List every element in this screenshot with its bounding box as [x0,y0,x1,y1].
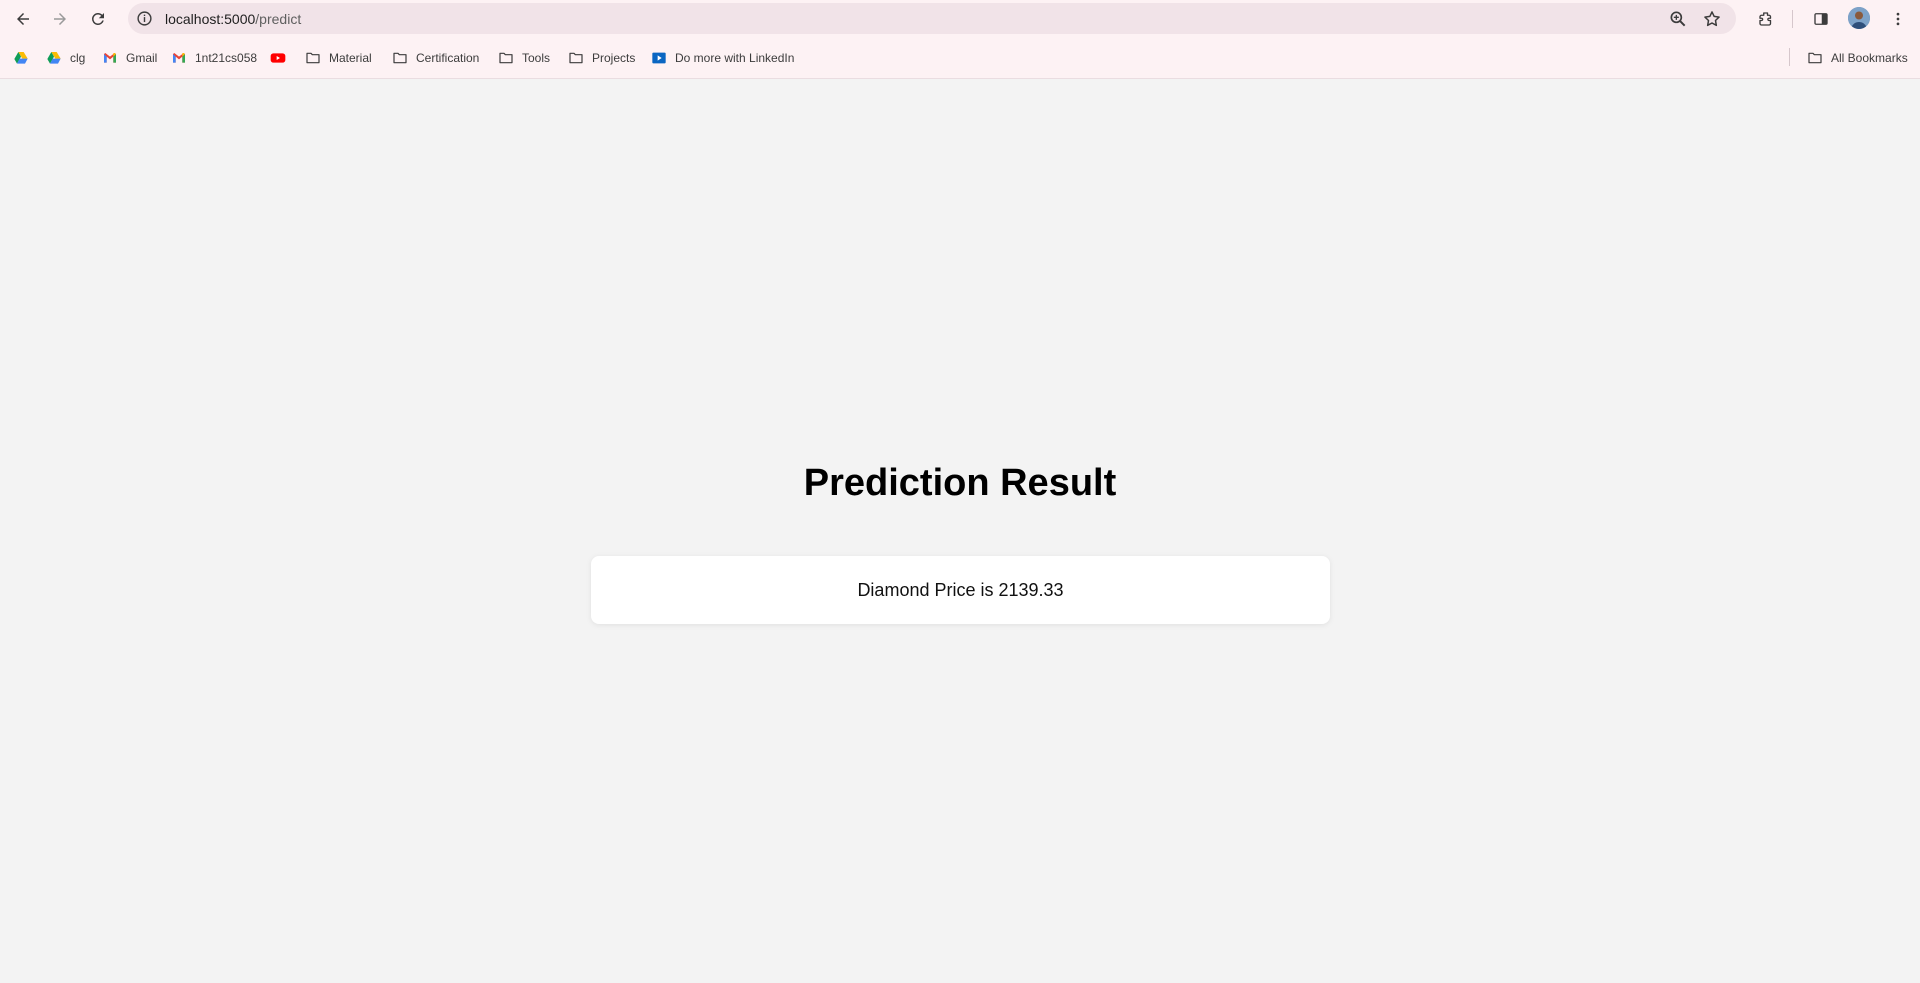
folder-icon [499,52,513,64]
site-info-icon[interactable] [136,10,153,27]
folder-icon [393,52,407,64]
zoom-icon[interactable] [1668,9,1688,29]
google-drive-icon [47,52,61,64]
google-drive-icon [14,52,28,64]
extensions-button[interactable] [1751,4,1781,34]
all-bookmarks-label: All Bookmarks [1831,51,1908,65]
bookmark-label: Gmail [126,51,158,65]
address-url[interactable]: localhost:5000/predict [165,11,301,27]
bookmark-drive[interactable] [13,47,37,69]
url-path: /predict [255,11,302,27]
bookmark-folder-tools[interactable]: Tools [498,47,550,69]
bookmark-1nt21cs058[interactable]: 1nt21cs058 [171,47,257,69]
page-title: Prediction Result [803,462,1117,504]
side-panel-icon [1814,13,1828,25]
forward-button[interactable] [45,4,75,34]
bookmark-folder-certification[interactable]: Certification [392,47,479,69]
bookmarks-bar: clg Gmail 1nt21cs058 Material Certificat… [0,37,1920,79]
profile-avatar[interactable] [1848,7,1870,29]
all-bookmarks-button[interactable]: All Bookmarks [1807,47,1908,69]
puzzle-icon [1759,12,1772,26]
bookmark-youtube[interactable] [270,47,294,69]
side-panel-button[interactable] [1806,4,1836,34]
forward-arrow-icon [54,13,66,25]
browser-toolbar: localhost:5000/predict [0,0,1920,37]
url-host: localhost:5000 [165,11,256,27]
person-icon [1848,7,1870,29]
linkedin-learning-icon [652,52,666,64]
result-card: Diamond Price is 2139.33 [591,556,1330,624]
bookmarks-divider [1789,48,1790,66]
youtube-icon [270,53,286,63]
bookmark-gmail[interactable]: Gmail [102,47,157,69]
address-bar[interactable]: localhost:5000/predict [128,3,1736,34]
bookmark-label: 1nt21cs058 [195,51,258,65]
bookmark-folder-material[interactable]: Material [305,47,372,69]
back-arrow-icon [17,13,29,25]
bookmark-star-icon[interactable] [1702,9,1722,29]
folder-icon [306,52,320,64]
back-button[interactable] [8,4,38,34]
bookmark-label: Certification [416,51,480,65]
reload-button[interactable] [83,4,113,34]
bookmark-label: Tools [522,51,551,65]
bookmark-folder-projects[interactable]: Projects [568,47,635,69]
gmail-icon [104,53,116,63]
bookmark-label: Projects [592,51,636,65]
bookmark-label: Material [329,51,372,65]
toolbar-divider [1792,10,1793,28]
bookmark-label: Do more with LinkedIn [675,51,795,65]
more-vertical-icon [1896,12,1900,26]
folder-icon [1808,52,1822,64]
bookmark-clg[interactable]: clg [46,47,85,69]
prediction-result-text: Diamond Price is 2139.33 [857,579,1064,600]
reload-icon [91,12,104,25]
bookmark-label: clg [70,51,86,65]
folder-icon [569,52,583,64]
browser-menu-button[interactable] [1883,4,1913,34]
bookmark-linkedin[interactable]: Do more with LinkedIn [651,47,794,69]
gmail-icon [173,53,185,63]
